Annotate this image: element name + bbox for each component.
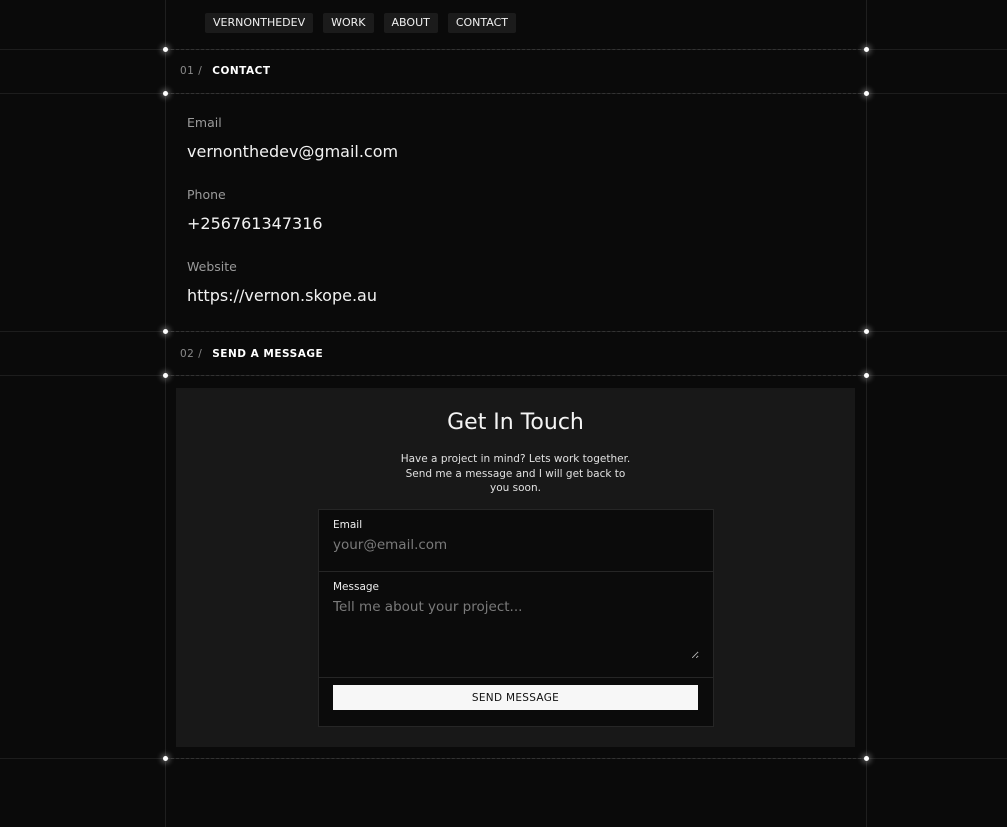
page: VERNONTHEDEV WORK ABOUT CONTACT 01 / CON…	[0, 0, 1007, 827]
card-title: Get In Touch	[447, 410, 584, 435]
website-label: Website	[187, 259, 237, 274]
top-nav: VERNONTHEDEV WORK ABOUT CONTACT	[205, 13, 517, 33]
card-subtitle: Have a project in mind? Lets work togeth…	[400, 453, 631, 494]
contact-website: Website https://vernon.skope.au	[187, 259, 377, 305]
phone-label: Phone	[187, 187, 226, 202]
grid-node	[864, 756, 869, 761]
send-message-button[interactable]: SEND MESSAGE	[333, 685, 698, 710]
website-value[interactable]: https://vernon.skope.au	[187, 286, 377, 305]
section-header-send-message: 02 / SEND A MESSAGE	[180, 348, 323, 360]
email-value[interactable]: vernonthedev@gmail.com	[187, 142, 398, 161]
section-title: CONTACT	[212, 65, 271, 77]
message-field-group: Message	[319, 572, 713, 678]
grid-node	[163, 47, 168, 52]
contact-email: Email vernonthedev@gmail.com	[187, 115, 398, 161]
form-email-label: Email	[333, 519, 363, 531]
contact-form: Email Message SEND MESSAGE	[318, 509, 714, 727]
nav-item-work[interactable]: WORK	[323, 13, 374, 33]
dashed-divider	[166, 93, 866, 94]
section-header-contact: 01 / CONTACT	[180, 65, 271, 77]
email-field[interactable]	[333, 537, 699, 553]
grid-node	[163, 756, 168, 761]
section-number: 02 /	[180, 348, 203, 360]
email-label: Email	[187, 115, 222, 130]
grid-node	[163, 373, 168, 378]
message-field[interactable]	[333, 599, 699, 659]
dashed-divider	[166, 49, 866, 50]
dashed-divider	[166, 375, 866, 376]
form-message-label: Message	[333, 581, 380, 593]
grid-node	[864, 373, 869, 378]
grid-node	[163, 91, 168, 96]
grid-node	[864, 329, 869, 334]
section-title: SEND A MESSAGE	[212, 348, 324, 360]
email-field-group: Email	[319, 510, 713, 572]
grid-line-left	[165, 0, 166, 827]
contact-phone: Phone +256761347316	[187, 187, 323, 233]
nav-item-about[interactable]: ABOUT	[383, 13, 438, 33]
contact-form-card: Get In Touch Have a project in mind? Let…	[176, 388, 855, 747]
grid-node	[864, 47, 869, 52]
dashed-divider	[166, 758, 866, 759]
grid-node	[864, 91, 869, 96]
grid-line-right	[866, 0, 867, 827]
grid-node	[163, 329, 168, 334]
phone-value[interactable]: +256761347316	[187, 214, 323, 233]
nav-item-contact[interactable]: CONTACT	[447, 13, 517, 33]
nav-item-home[interactable]: VERNONTHEDEV	[205, 13, 314, 33]
section-number: 01 /	[180, 65, 203, 77]
dashed-divider	[166, 331, 866, 332]
